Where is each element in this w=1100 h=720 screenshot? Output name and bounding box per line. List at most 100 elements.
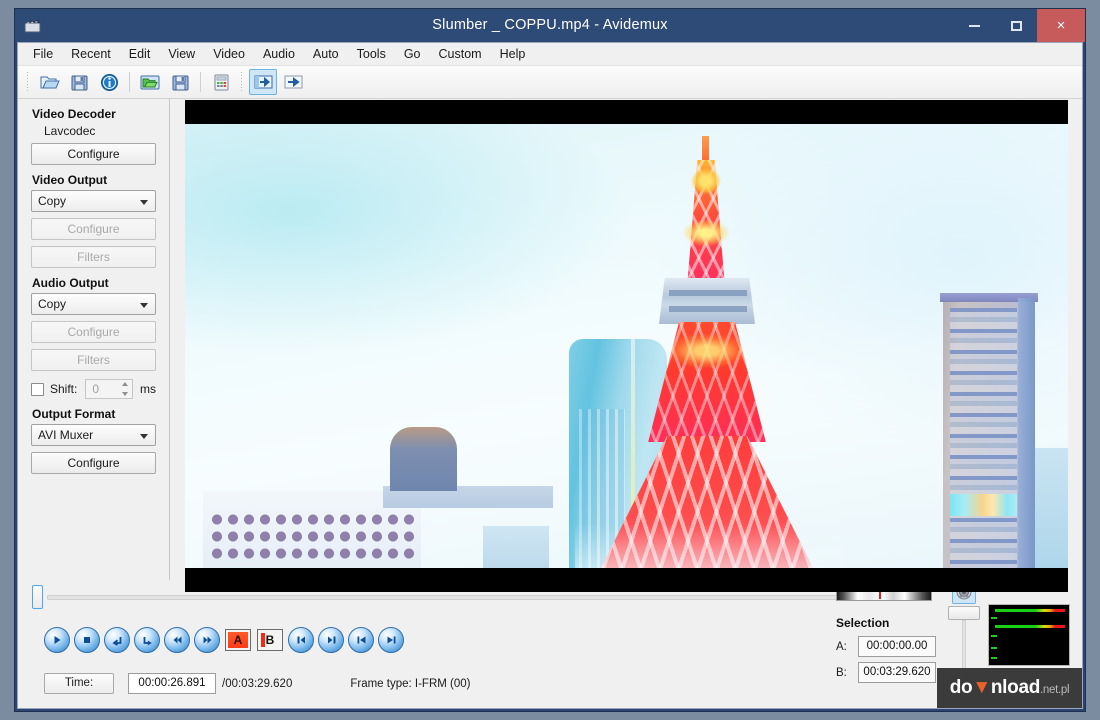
play-button[interactable] <box>44 627 70 653</box>
menu-item-help[interactable]: Help <box>491 44 535 64</box>
application-window: Slumber _ COPPU.mp4 - Avidemux × File Re… <box>14 8 1086 712</box>
audio-output-configure-button[interactable]: Configure <box>31 321 156 343</box>
window-controls: × <box>953 9 1085 42</box>
audio-output-codec-value: Copy <box>38 297 66 311</box>
selection-b-label: B: <box>836 667 858 679</box>
menu-item-view[interactable]: View <box>159 44 204 64</box>
title-bar[interactable]: Slumber _ COPPU.mp4 - Avidemux × <box>15 9 1085 42</box>
video-output-codec-value: Copy <box>38 194 66 208</box>
menu-bar: File Recent Edit View Video Audio Auto T… <box>18 43 1082 66</box>
watermark-arrow-icon: ▼ <box>972 677 991 698</box>
close-button[interactable]: × <box>1037 9 1085 42</box>
toolbar-grip-2[interactable] <box>240 71 244 93</box>
seek-slider-track[interactable] <box>47 595 842 600</box>
seek-slider-handle[interactable] <box>32 585 43 609</box>
volume-slider-handle[interactable] <box>948 606 980 620</box>
chevron-down-icon <box>140 303 148 308</box>
audio-output-filters-button[interactable]: Filters <box>31 349 156 371</box>
frame-type-caption: Frame type: <box>350 678 411 690</box>
menu-item-recent[interactable]: Recent <box>62 44 120 64</box>
audio-level-meter <box>988 604 1070 666</box>
current-time-input[interactable]: 00:00:26.891 <box>128 673 216 694</box>
letterbox-bar-bottom <box>185 568 1068 592</box>
audio-shift-value: 0 <box>92 382 99 396</box>
output-format-muxer-select[interactable]: AVI Muxer <box>31 424 156 446</box>
selection-a-input[interactable]: 00:00:00.00 <box>858 636 936 657</box>
next-frame-button[interactable] <box>134 627 160 653</box>
maximize-button[interactable] <box>995 9 1037 42</box>
watermark-badge: do▼nload.net.pl <box>937 668 1082 708</box>
video-decoder-configure-button[interactable]: Configure <box>31 143 156 165</box>
selection-title: Selection <box>836 616 889 630</box>
menu-item-audio[interactable]: Audio <box>254 44 304 64</box>
video-output-configure-button[interactable]: Configure <box>31 218 156 240</box>
tokyo-tower <box>185 124 1068 568</box>
info-icon[interactable] <box>95 69 123 95</box>
menu-item-auto[interactable]: Auto <box>304 44 348 64</box>
tower-light-glow-upper <box>683 220 729 246</box>
screen-root: Slumber _ COPPU.mp4 - Avidemux × File Re… <box>0 0 1100 720</box>
menu-item-file[interactable]: File <box>24 44 62 64</box>
toolbar-grip[interactable] <box>26 71 30 93</box>
audio-meter-right-channel <box>995 625 1065 628</box>
audio-shift-checkbox[interactable] <box>31 383 44 396</box>
client-area: File Recent Edit View Video Audio Auto T… <box>17 42 1083 709</box>
set-end-marker-icon[interactable] <box>279 69 307 95</box>
set-start-marker-icon[interactable] <box>249 69 277 95</box>
frame-type-label: Frame type: I-FRM (00) <box>350 678 470 690</box>
volume-slider[interactable] <box>948 606 980 676</box>
video-output-codec-select[interactable]: Copy <box>31 190 156 212</box>
time-mode-button[interactable]: Time: <box>44 673 114 694</box>
toolbar-separator <box>200 72 201 92</box>
next-keyframe-button[interactable] <box>318 627 344 653</box>
selection-a-row: A: 00:00:00.00 <box>836 636 936 657</box>
watermark-prefix: do <box>950 677 973 698</box>
watermark-suffix: nload <box>991 677 1040 698</box>
fast-forward-button[interactable] <box>194 627 220 653</box>
previous-keyframe-button[interactable] <box>288 627 314 653</box>
video-output-filters-button[interactable]: Filters <box>31 246 156 268</box>
audio-output-codec-select[interactable]: Copy <box>31 293 156 315</box>
stop-button[interactable] <box>74 627 100 653</box>
audio-meter-left-channel <box>995 609 1065 612</box>
video-preview-pane <box>170 99 1082 580</box>
open-file-icon[interactable] <box>35 69 63 95</box>
menu-item-custom[interactable]: Custom <box>430 44 491 64</box>
selection-a-label: A: <box>836 641 858 653</box>
toolbar-separator <box>129 72 130 92</box>
selection-b-input[interactable]: 00:03:29.620 <box>858 662 936 683</box>
mark-a-button[interactable]: A <box>225 629 251 651</box>
close-icon: × <box>1057 18 1066 33</box>
menu-item-edit[interactable]: Edit <box>120 44 160 64</box>
frame-type-value: I-FRM (00) <box>415 678 471 690</box>
minimize-button[interactable] <box>953 9 995 42</box>
go-to-end-button[interactable] <box>378 627 404 653</box>
audio-shift-label: Shift: <box>50 382 77 396</box>
menu-item-tools[interactable]: Tools <box>348 44 395 64</box>
save-file-icon[interactable] <box>65 69 93 95</box>
go-to-start-button[interactable] <box>348 627 374 653</box>
video-decoder-value: Lavcodec <box>44 124 169 138</box>
tower-light-glow-top <box>691 168 721 194</box>
save-project-icon[interactable] <box>166 69 194 95</box>
menu-item-video[interactable]: Video <box>204 44 254 64</box>
rewind-button[interactable] <box>164 627 190 653</box>
mark-b-button[interactable]: B <box>257 629 283 651</box>
audio-shift-stepper[interactable]: 0 <box>85 379 133 399</box>
audio-output-title: Audio Output <box>32 276 169 290</box>
total-time-label: /00:03:29.620 <box>222 678 292 690</box>
transport-buttons: A B <box>44 627 404 653</box>
status-bar: Time: 00:00:26.891 /00:03:29.620 Frame t… <box>44 673 471 694</box>
player-controls: A B <box>18 580 1082 708</box>
letterbox-bar-top <box>185 100 1068 124</box>
menu-item-go[interactable]: Go <box>395 44 430 64</box>
calculator-icon[interactable] <box>207 69 235 95</box>
chevron-down-icon <box>140 434 148 439</box>
output-format-muxer-value: AVI Muxer <box>38 428 93 442</box>
tower-observation-deck <box>659 278 755 324</box>
output-format-configure-button[interactable]: Configure <box>31 452 156 474</box>
previous-frame-button[interactable] <box>104 627 130 653</box>
open-project-icon[interactable] <box>136 69 164 95</box>
encoder-sidebar: Video Decoder Lavcodec Configure Video O… <box>18 99 170 580</box>
video-canvas[interactable] <box>185 100 1068 592</box>
